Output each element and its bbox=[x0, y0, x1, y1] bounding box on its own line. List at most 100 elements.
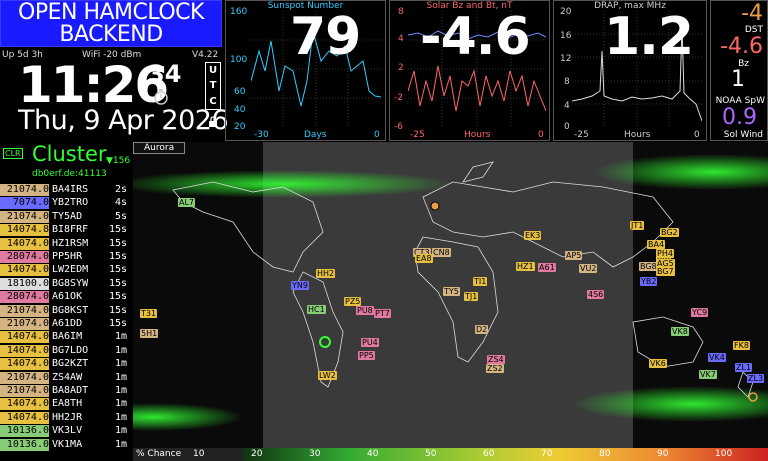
legend-tick: 40 bbox=[367, 449, 379, 459]
spot-row[interactable]: 7074.0 YB2TRO 4s bbox=[0, 197, 133, 210]
clock-date[interactable]: Thu, 9 Apr 2026 bbox=[18, 105, 229, 136]
map-spot-label[interactable]: ZL3 bbox=[747, 374, 765, 383]
map-mode-button[interactable]: Aurora bbox=[133, 142, 185, 154]
spot-row[interactable]: 14074.0 LW2EDM 15s bbox=[0, 264, 133, 277]
spot-row[interactable]: 21074.0 A61DD 15s bbox=[0, 318, 133, 330]
map-spot-label[interactable]: PT7 bbox=[374, 309, 391, 318]
map-spot-label[interactable]: ZS2 bbox=[486, 364, 504, 373]
spot-row[interactable]: 14074.0 BG2KZT 1m bbox=[0, 358, 133, 371]
spot-row[interactable]: 18100.0 BG8SYW 15s bbox=[0, 277, 133, 290]
map-spot-label[interactable]: JT1 bbox=[630, 221, 645, 230]
spot-row[interactable]: 10136.0 VK3LV 1m bbox=[0, 425, 133, 438]
legend-tick: 90 bbox=[657, 449, 669, 459]
spot-frequency: 14074.8 bbox=[0, 224, 49, 237]
map-spot-label[interactable]: PZ5 bbox=[344, 297, 362, 306]
map-spot-label[interactable]: PU8 bbox=[356, 306, 374, 315]
spot-row[interactable]: 21074.0 BG8KST 15s bbox=[0, 304, 133, 317]
map-spot-label[interactable]: 5H1 bbox=[140, 329, 159, 338]
space-weather-panel[interactable]: -4 DST -4.6 Bz 1 NOAA SpW 0.9 Sol Wind bbox=[710, 0, 768, 141]
spot-row[interactable]: 10136.0 VK1MA 1m bbox=[0, 438, 133, 451]
map-spot-label[interactable]: ZS4 bbox=[487, 355, 505, 364]
dx-cluster-panel[interactable]: CLR Cluster ▼156 db0erf.de:41113 21074.0… bbox=[0, 142, 133, 461]
spot-age: 1m bbox=[114, 425, 127, 437]
map-spot-label[interactable]: TY5 bbox=[443, 287, 460, 296]
map-spot-label[interactable]: 4S6 bbox=[587, 290, 605, 299]
spot-age: 1m bbox=[114, 371, 127, 383]
map-spot-label[interactable]: BG8 bbox=[639, 262, 658, 271]
map-spot-label[interactable]: HC1 bbox=[307, 305, 326, 314]
map-spot-label[interactable]: AL7 bbox=[178, 198, 196, 207]
map-spot-label[interactable]: T31 bbox=[140, 309, 158, 318]
map-spot-label[interactable]: TI1 bbox=[473, 277, 488, 286]
legend-tick: 30 bbox=[309, 449, 321, 459]
map-spot-label[interactable]: LW2 bbox=[318, 371, 337, 380]
map-spot-label[interactable]: VK6 bbox=[649, 359, 667, 368]
spot-frequency: 21074.0 bbox=[0, 385, 49, 397]
spot-row[interactable]: 14074.0 BA6IM 1m bbox=[0, 331, 133, 344]
map-spot-label[interactable]: YB2 bbox=[640, 277, 658, 286]
x-tick: -30 bbox=[254, 130, 269, 140]
spot-frequency: 10136.0 bbox=[0, 425, 49, 438]
map-spot-label[interactable]: A61 bbox=[538, 263, 556, 272]
world-map[interactable]: Aurora AL7JT1BG2BA4BG8BI8PH4AG5BG7YB2YC9… bbox=[133, 142, 768, 448]
spot-callsign: BA8ADT bbox=[52, 385, 89, 396]
map-spot-label[interactable]: VK8 bbox=[671, 327, 689, 336]
map-spot-label[interactable]: AP5 bbox=[565, 251, 583, 260]
clear-button[interactable]: CLR bbox=[3, 148, 23, 159]
legend-tick: 50 bbox=[425, 449, 437, 459]
map-spot-label[interactable]: PH4 bbox=[656, 249, 674, 258]
spot-age: 15s bbox=[108, 318, 127, 329]
map-spot-label[interactable]: VU2 bbox=[579, 264, 598, 273]
y-tick: 8 bbox=[398, 7, 404, 17]
spot-row[interactable]: 14074.0 HH2JR 1m bbox=[0, 411, 133, 424]
spot-row[interactable]: 28074.0 PP5HR 15s bbox=[0, 251, 133, 263]
spot-row[interactable]: 21074.0 ZS4AW 1m bbox=[0, 371, 133, 384]
spot-row[interactable]: 21074.0 TY5AD 5s bbox=[0, 210, 133, 223]
spot-row[interactable]: 21074.0 BA4IRS 2s bbox=[0, 184, 133, 196]
map-spot-label[interactable]: YN9 bbox=[291, 281, 309, 290]
map-spot-label[interactable]: VK4 bbox=[708, 353, 726, 362]
spot-frequency: 7074.0 bbox=[0, 197, 49, 210]
spot-frequency: 14074.0 bbox=[0, 398, 49, 411]
spot-row[interactable]: 14074.0 BG7LDO 1m bbox=[0, 344, 133, 357]
map-spot-label[interactable]: BA4 bbox=[647, 240, 666, 249]
spot-row[interactable]: 14074.0 HZ1RSM 15s bbox=[0, 237, 133, 250]
spot-callsign: YB2TRO bbox=[52, 197, 89, 209]
spot-row[interactable]: 14074.8 BI8FRF 15s bbox=[0, 224, 133, 237]
spot-frequency: 21074.0 bbox=[0, 184, 49, 196]
map-spot-label[interactable]: PP5 bbox=[358, 351, 375, 360]
map-spot-label[interactable]: EK3 bbox=[524, 231, 542, 240]
map-spot-label[interactable]: BG2 bbox=[660, 228, 679, 237]
spot-frequency: 14074.0 bbox=[0, 237, 49, 250]
map-spot-label[interactable]: FK8 bbox=[733, 341, 750, 350]
y-tick: -6 bbox=[394, 122, 403, 132]
sunspot-panel[interactable]: Sunspot Number 79 160 100 60 40 20 -30 D… bbox=[225, 0, 386, 141]
drap-panel[interactable]: DRAP, max MHz 1.2 20 16 12 8 4 0 -25 Hou… bbox=[553, 0, 707, 141]
stopwatch-icon[interactable] bbox=[152, 88, 170, 106]
map-spot-label[interactable]: CN8 bbox=[432, 248, 451, 257]
map-spot-label[interactable]: VK7 bbox=[699, 370, 717, 379]
solar-bz-panel[interactable]: Solar Bz and Bt, nT -4.6 8 4 2 -2 -6 -25… bbox=[389, 0, 550, 141]
bz-value: -4.6 bbox=[420, 7, 531, 67]
map-spot-label[interactable]: TJ1 bbox=[464, 292, 479, 301]
drap-value: 1.2 bbox=[604, 7, 694, 67]
timezone-button[interactable]: U T C bbox=[205, 62, 221, 110]
map-spot-label[interactable]: D2 bbox=[475, 325, 489, 334]
map-spot-label[interactable]: HZ1 bbox=[516, 262, 535, 271]
spot-row[interactable]: 14074.0 EA8TH 1m bbox=[0, 398, 133, 411]
y-tick: 60 bbox=[234, 87, 246, 97]
x-tick: 0 bbox=[538, 130, 544, 140]
cluster-count[interactable]: ▼156 bbox=[106, 156, 130, 166]
spot-row[interactable]: 28074.0 A61OK 15s bbox=[0, 291, 133, 304]
spot-frequency: 18100.0 bbox=[0, 277, 49, 290]
map-spot-label[interactable]: EA8 bbox=[415, 254, 433, 263]
spot-row[interactable]: 21074.0 BA8ADT 1m bbox=[0, 385, 133, 397]
spot-frequency: 21074.0 bbox=[0, 371, 49, 384]
map-spot-label[interactable]: HH2 bbox=[316, 269, 336, 278]
map-spot-label[interactable]: ZL1 bbox=[735, 363, 753, 372]
map-spot-label[interactable]: BG7 bbox=[656, 267, 675, 276]
clock-time[interactable]: 11:26 bbox=[18, 58, 169, 112]
map-spot-label[interactable]: YC9 bbox=[691, 308, 709, 317]
map-spot-label[interactable]: PU4 bbox=[361, 338, 379, 347]
y-tick: 8 bbox=[564, 77, 570, 87]
